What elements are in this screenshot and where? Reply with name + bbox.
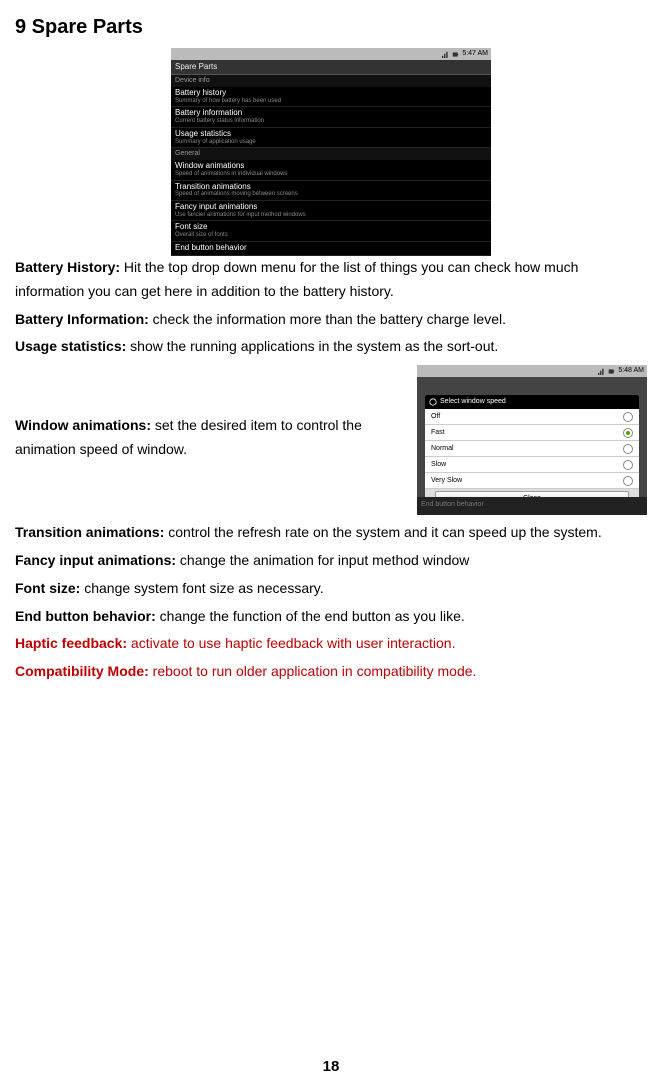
list-item-desc: Summary of how battery has been used [175, 98, 487, 105]
battery-history-def: Battery History: Hit the top drop down m… [15, 256, 647, 304]
circle-icon [429, 398, 437, 406]
haptic-text: activate to use haptic feedback with use… [127, 635, 455, 651]
fancy-text: change the animation for input method wi… [176, 552, 469, 568]
radio-icon [623, 428, 633, 438]
signal-icon [598, 368, 605, 375]
radio-icon [623, 476, 633, 486]
end-def: End button behavior: change the function… [15, 605, 647, 629]
list-item[interactable]: Battery historySummary of how battery ha… [171, 87, 491, 107]
page-heading: 9 Spare Parts [15, 10, 647, 44]
font-label: Font size: [15, 580, 80, 596]
list-item-title: Transition animations [175, 183, 487, 192]
battery-icon [608, 368, 615, 375]
spare-parts-screenshot: 5:47 AM Spare Parts Device info Battery … [171, 48, 491, 248]
list-item-title: Font size [175, 223, 487, 232]
list-item-title: Fancy input animations [175, 203, 487, 212]
status-bar: 5:47 AM [171, 48, 491, 60]
speed-dialog: Select window speed Off Fast Normal Slow Ver… [425, 395, 639, 509]
font-text: change system font size as necessary. [80, 580, 323, 596]
list-item-title: Window animations [175, 162, 487, 171]
speed-option[interactable]: Normal [425, 441, 639, 457]
window-anim-def: Window animations: set the desired item … [15, 414, 397, 462]
status-time: 5:47 AM [462, 48, 488, 60]
window-anim-label: Window animations: [15, 417, 151, 433]
compat-def: Compatibility Mode: reboot to run older … [15, 660, 647, 684]
list-item[interactable]: End button behavior [171, 242, 491, 256]
battery-info-label: Battery Information: [15, 311, 149, 327]
radio-icon [623, 412, 633, 422]
list-item-desc: Summary of application usage [175, 139, 487, 146]
end-label: End button behavior: [15, 608, 156, 624]
list-item[interactable]: Usage statisticsSummary of application u… [171, 128, 491, 148]
speed-option-label: Fast [431, 427, 445, 439]
status-time-2: 5:48 AM [618, 365, 644, 377]
haptic-label: Haptic feedback: [15, 635, 127, 651]
list-item-desc: Speed of animations moving between scree… [175, 191, 487, 198]
list-item[interactable]: Fancy input animationsUse fancier animat… [171, 201, 491, 221]
battery-history-label: Battery History: [15, 259, 120, 275]
list-item[interactable]: Battery informationCurrent battery statu… [171, 107, 491, 127]
list-item-title: Battery history [175, 89, 487, 98]
app-title-bar: Spare Parts [171, 60, 491, 75]
speed-option-label: Slow [431, 459, 446, 471]
compat-label: Compatibility Mode: [15, 663, 149, 679]
dialog-title-bar: Select window speed [425, 395, 639, 409]
dialog-title-text: Select window speed [440, 396, 506, 408]
status-bar-2: 5:48 AM [417, 365, 647, 377]
section-general: General [171, 148, 491, 160]
fancy-def: Fancy input animations: change the anima… [15, 549, 647, 573]
speed-option[interactable]: Very Slow [425, 473, 639, 489]
transition-text: control the refresh rate on the system a… [164, 524, 601, 540]
usage-text: show the running applications in the sys… [126, 338, 498, 354]
list-item-title: End button behavior [175, 244, 487, 253]
signal-icon [442, 51, 449, 58]
speed-option[interactable]: Slow [425, 457, 639, 473]
list-item-desc: Current battery status information [175, 118, 487, 125]
window-speed-screenshot: 5:48 AM Select window speed Off Fast Norma… [417, 365, 647, 515]
font-def: Font size: change system font size as ne… [15, 577, 647, 601]
list-item-desc: Overall size of fonts [175, 232, 487, 239]
speed-option-label: Very Slow [431, 475, 462, 487]
compat-text: reboot to run older application in compa… [149, 663, 477, 679]
radio-icon [623, 460, 633, 470]
list-item[interactable]: Window animationsSpeed of animations in … [171, 160, 491, 180]
list-item[interactable]: Font sizeOverall size of fonts [171, 221, 491, 241]
battery-icon [452, 51, 459, 58]
speed-option-label: Normal [431, 443, 454, 455]
transition-def: Transition animations: control the refre… [15, 521, 647, 545]
usage-label: Usage statistics: [15, 338, 126, 354]
list-item-title: Usage statistics [175, 130, 487, 139]
transition-label: Transition animations: [15, 524, 164, 540]
end-text: change the function of the end button as… [156, 608, 465, 624]
speed-option[interactable]: Off [425, 409, 639, 425]
list-item-desc: Speed of animations in individual window… [175, 171, 487, 178]
list-item-desc: Use fancier animations for input method … [175, 212, 487, 219]
speed-option-label: Off [431, 411, 440, 423]
page-number: 18 [15, 1054, 647, 1080]
battery-info-text: check the information more than the batt… [149, 311, 506, 327]
battery-info-def: Battery Information: check the informati… [15, 308, 647, 332]
section-device-info: Device info [171, 75, 491, 87]
radio-icon [623, 444, 633, 454]
haptic-def: Haptic feedback: activate to use haptic … [15, 632, 647, 656]
list-item[interactable]: Transition animationsSpeed of animations… [171, 181, 491, 201]
usage-def: Usage statistics: show the running appli… [15, 335, 647, 359]
fancy-label: Fancy input animations: [15, 552, 176, 568]
bottom-strip: End button behavior [417, 497, 647, 515]
list-item-title: Battery information [175, 109, 487, 118]
speed-option[interactable]: Fast [425, 425, 639, 441]
